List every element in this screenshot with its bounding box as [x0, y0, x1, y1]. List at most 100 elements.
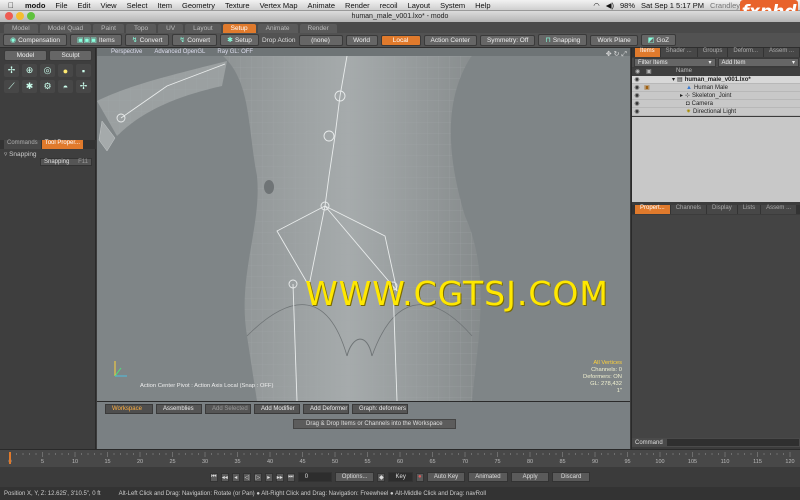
add-selected-button[interactable]: Add Selected	[205, 404, 251, 414]
go-start-icon[interactable]: ⏮	[209, 472, 218, 482]
play-back-icon[interactable]: ◁	[242, 472, 251, 482]
schematic-workspace[interactable]: Workspace Assemblies Add Selected Add Mo…	[97, 401, 630, 449]
tab-properties[interactable]: Propert...	[635, 205, 670, 214]
timeline-ruler[interactable]: 0510152025303540455055606570758085909510…	[4, 452, 796, 464]
bone-tool-icon[interactable]: ⟋	[4, 80, 19, 93]
tab-assembly[interactable]: Assem ...	[761, 205, 797, 214]
setup-button[interactable]: ✱ Setup	[220, 34, 259, 46]
prev-key-icon[interactable]: ◂◂	[220, 472, 229, 482]
close-window-icon[interactable]	[5, 12, 13, 20]
tab-deformers[interactable]: Deform...	[728, 48, 764, 57]
tab-shader[interactable]: Shader ...	[660, 48, 697, 57]
filter-items-select[interactable]: Filter Items ▾	[634, 58, 716, 67]
camera-tool-icon[interactable]: ▪	[76, 64, 91, 77]
auto-key-toggle[interactable]: Auto Key	[426, 472, 466, 482]
discard-button[interactable]: Discard	[552, 472, 591, 482]
minimize-window-icon[interactable]	[16, 12, 24, 20]
next-frame-icon[interactable]: ▸	[264, 472, 273, 482]
tab-paint[interactable]: Paint	[93, 24, 124, 33]
tab-render[interactable]: Render	[299, 24, 337, 33]
auto-key-icon[interactable]: ●	[415, 472, 424, 482]
menu-view[interactable]: View	[95, 1, 121, 10]
compensation-button[interactable]: ◉ Compensation	[3, 34, 68, 46]
list-item[interactable]: ◉ ▸ ⊹ Skeleton_Joint	[632, 92, 800, 100]
3d-viewport[interactable]: Perspective Advanced OpenGL Ray GL: OFF …	[97, 48, 630, 401]
menu-geometry[interactable]: Geometry	[177, 1, 220, 10]
list-item[interactable]: ◉ ▾ ▤ human_male_v001.lxo*	[632, 76, 800, 84]
snapping-section[interactable]: ▿ Snapping	[4, 150, 37, 158]
apply-button[interactable]: Apply	[511, 472, 550, 482]
clock[interactable]: Sat Sep 1 5:17 PM	[641, 1, 704, 10]
snapping-toggle[interactable]: Snapping F11	[40, 158, 92, 166]
app-menu[interactable]: modo	[20, 1, 50, 10]
expand-arrow-icon[interactable]: ▸	[680, 92, 683, 99]
tab-uv[interactable]: UV	[158, 24, 184, 33]
model-mode-button[interactable]: Model	[4, 50, 47, 61]
volume-icon[interactable]: ◀)	[606, 1, 614, 10]
light-tool-icon[interactable]: ●	[58, 64, 73, 77]
graph-select[interactable]: Graph: deformers	[352, 404, 408, 414]
tab-lists[interactable]: Lists	[737, 205, 761, 214]
sculpt-mode-button[interactable]: Sculpt	[49, 50, 92, 61]
item-list-empty-area[interactable]	[632, 117, 800, 202]
menu-layout[interactable]: Layout	[403, 1, 436, 10]
visibility-eye-icon[interactable]: ◉	[632, 100, 642, 107]
menu-vertex-map[interactable]: Vertex Map	[255, 1, 303, 10]
assemblies-button[interactable]: Assemblies	[156, 404, 202, 414]
world-button[interactable]: World	[345, 34, 378, 46]
play-icon[interactable]: ▷	[253, 472, 262, 482]
ray-gl-toggle[interactable]: Ray GL: OFF	[217, 49, 253, 55]
work-plane-button[interactable]: Work Plane	[590, 34, 638, 46]
tab-model[interactable]: Model	[4, 24, 38, 33]
tab-layout[interactable]: Layout	[185, 24, 221, 33]
tab-topo[interactable]: Topo	[125, 24, 157, 33]
tab-model-quad[interactable]: Model Quad	[39, 24, 92, 33]
wifi-icon[interactable]: ◠	[593, 1, 600, 10]
apple-icon[interactable]: 	[0, 1, 20, 10]
animated-select[interactable]: Animated	[468, 472, 509, 482]
timeline[interactable]: 0510152025303540455055606570758085909510…	[0, 449, 800, 467]
tab-display[interactable]: Display	[707, 205, 737, 214]
current-frame-marker[interactable]	[9, 452, 11, 464]
convert-button-2[interactable]: ↯ Convert	[172, 34, 218, 46]
visibility-eye-icon[interactable]: ◉	[632, 92, 642, 99]
snapping-button[interactable]: ⊓ Snapping	[538, 34, 588, 46]
pivot-tool-icon[interactable]: ◎	[40, 64, 55, 77]
menu-recoil[interactable]: recoil	[375, 1, 403, 10]
prev-frame-icon[interactable]: ◂	[231, 472, 240, 482]
goz-button[interactable]: ◩ GoZ	[640, 34, 677, 46]
expand-arrow-icon[interactable]: ▾	[672, 76, 675, 83]
menu-texture[interactable]: Texture	[220, 1, 255, 10]
user-name[interactable]: Crandley	[710, 1, 740, 10]
tab-setup[interactable]: Setup	[222, 24, 256, 33]
workspace-select[interactable]: Workspace	[105, 404, 153, 414]
items-button[interactable]: ▣▣▣ Items	[70, 34, 122, 46]
tab-channels[interactable]: Channels	[670, 205, 707, 214]
menu-file[interactable]: File	[50, 1, 72, 10]
add-deformer-button[interactable]: Add Deformer	[303, 404, 349, 414]
add-item-select[interactable]: Add Item ▾	[717, 58, 799, 67]
drop-action-select[interactable]: (none)	[298, 34, 343, 46]
menu-help[interactable]: Help	[470, 1, 495, 10]
figure-tool-icon[interactable]: ✱	[22, 80, 37, 93]
battery-percent[interactable]: 98%	[620, 1, 635, 10]
visibility-eye-icon[interactable]: ◉	[632, 76, 642, 83]
menu-render[interactable]: Render	[340, 1, 375, 10]
list-item[interactable]: ◉ ✷ Directional Light	[632, 108, 800, 116]
menu-item[interactable]: Item	[152, 1, 177, 10]
go-end-icon[interactable]: ⏭	[286, 472, 295, 482]
menu-edit[interactable]: Edit	[73, 1, 96, 10]
options-button[interactable]: Options...	[334, 472, 375, 482]
action-center-select[interactable]: Action Center	[423, 34, 477, 46]
tab-groups[interactable]: Groups	[697, 48, 728, 57]
menu-system[interactable]: System	[435, 1, 470, 10]
column-name[interactable]: Name	[676, 68, 692, 74]
key-icon[interactable]: ◆	[377, 472, 386, 482]
falloff-tool-icon[interactable]: ◓	[58, 80, 73, 93]
shading-mode[interactable]: Advanced OpenGL	[154, 49, 205, 55]
command-input[interactable]	[666, 439, 799, 446]
tab-tool-properties[interactable]: Tool Proper...	[41, 140, 84, 149]
view-type[interactable]: Perspective	[111, 49, 142, 55]
tab-assemblies[interactable]: Assem ...	[764, 48, 800, 57]
current-frame-field[interactable]: 0	[297, 472, 332, 482]
